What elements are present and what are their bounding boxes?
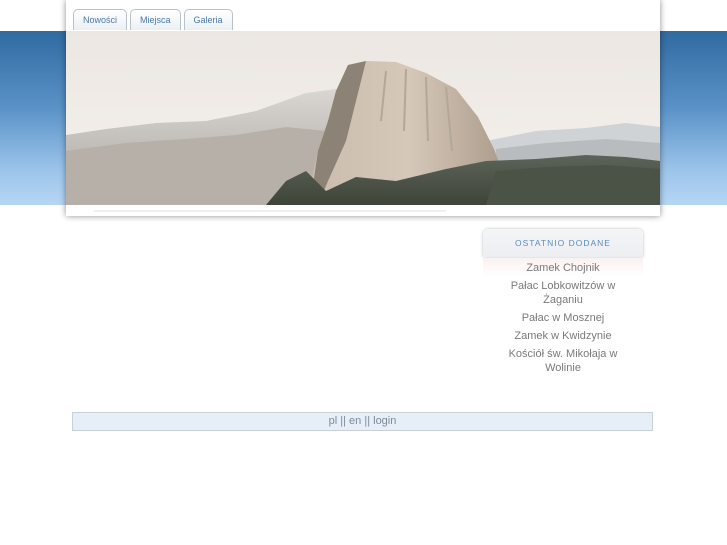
list-item: Kościół św. Mikołaja w Wolinie [483,345,643,377]
list-item: Zamek Chojnik [483,259,643,277]
link-zamek-kwidzyn[interactable]: Zamek w Kwidzynie [514,330,611,342]
separator: || [364,415,371,427]
page-header: Nowości Miejsca Galeria [66,0,660,216]
separator: || [340,415,346,427]
recently-added-title: OSTATNIO DODANE [483,229,643,257]
link-kosciol-wolin[interactable]: Kościół św. Mikołaja w Wolinie [509,348,618,374]
recently-added-box: OSTATNIO DODANE Zamek Chojnik Pałac Lobk… [483,229,643,379]
link-zamek-chojnik[interactable]: Zamek Chojnik [526,262,599,274]
login-link[interactable]: login [373,415,396,427]
main-nav-tabs: Nowości Miejsca Galeria [73,9,233,31]
recently-added-list: Zamek Chojnik Pałac Lobkowitzów w Żagani… [483,257,643,377]
link-palac-lobkowitzow[interactable]: Pałac Lobkowitzów w Żaganiu [511,280,616,306]
tab-nowosci[interactable]: Nowości [73,9,128,30]
link-palac-moszna[interactable]: Pałac w Mosznej [522,312,605,324]
list-item: Zamek w Kwidzynie [483,327,643,345]
lang-en-link[interactable]: en [349,415,361,427]
footer-bar: pl || en || login [72,412,653,431]
list-item: Pałac w Mosznej [483,309,643,327]
content-divider [94,210,446,212]
tab-galeria[interactable]: Galeria [183,9,233,30]
header-banner-image [66,31,660,205]
tab-miejsca[interactable]: Miejsca [130,9,181,30]
lang-pl-link[interactable]: pl [329,415,338,427]
list-item: Pałac Lobkowitzów w Żaganiu [483,277,643,309]
